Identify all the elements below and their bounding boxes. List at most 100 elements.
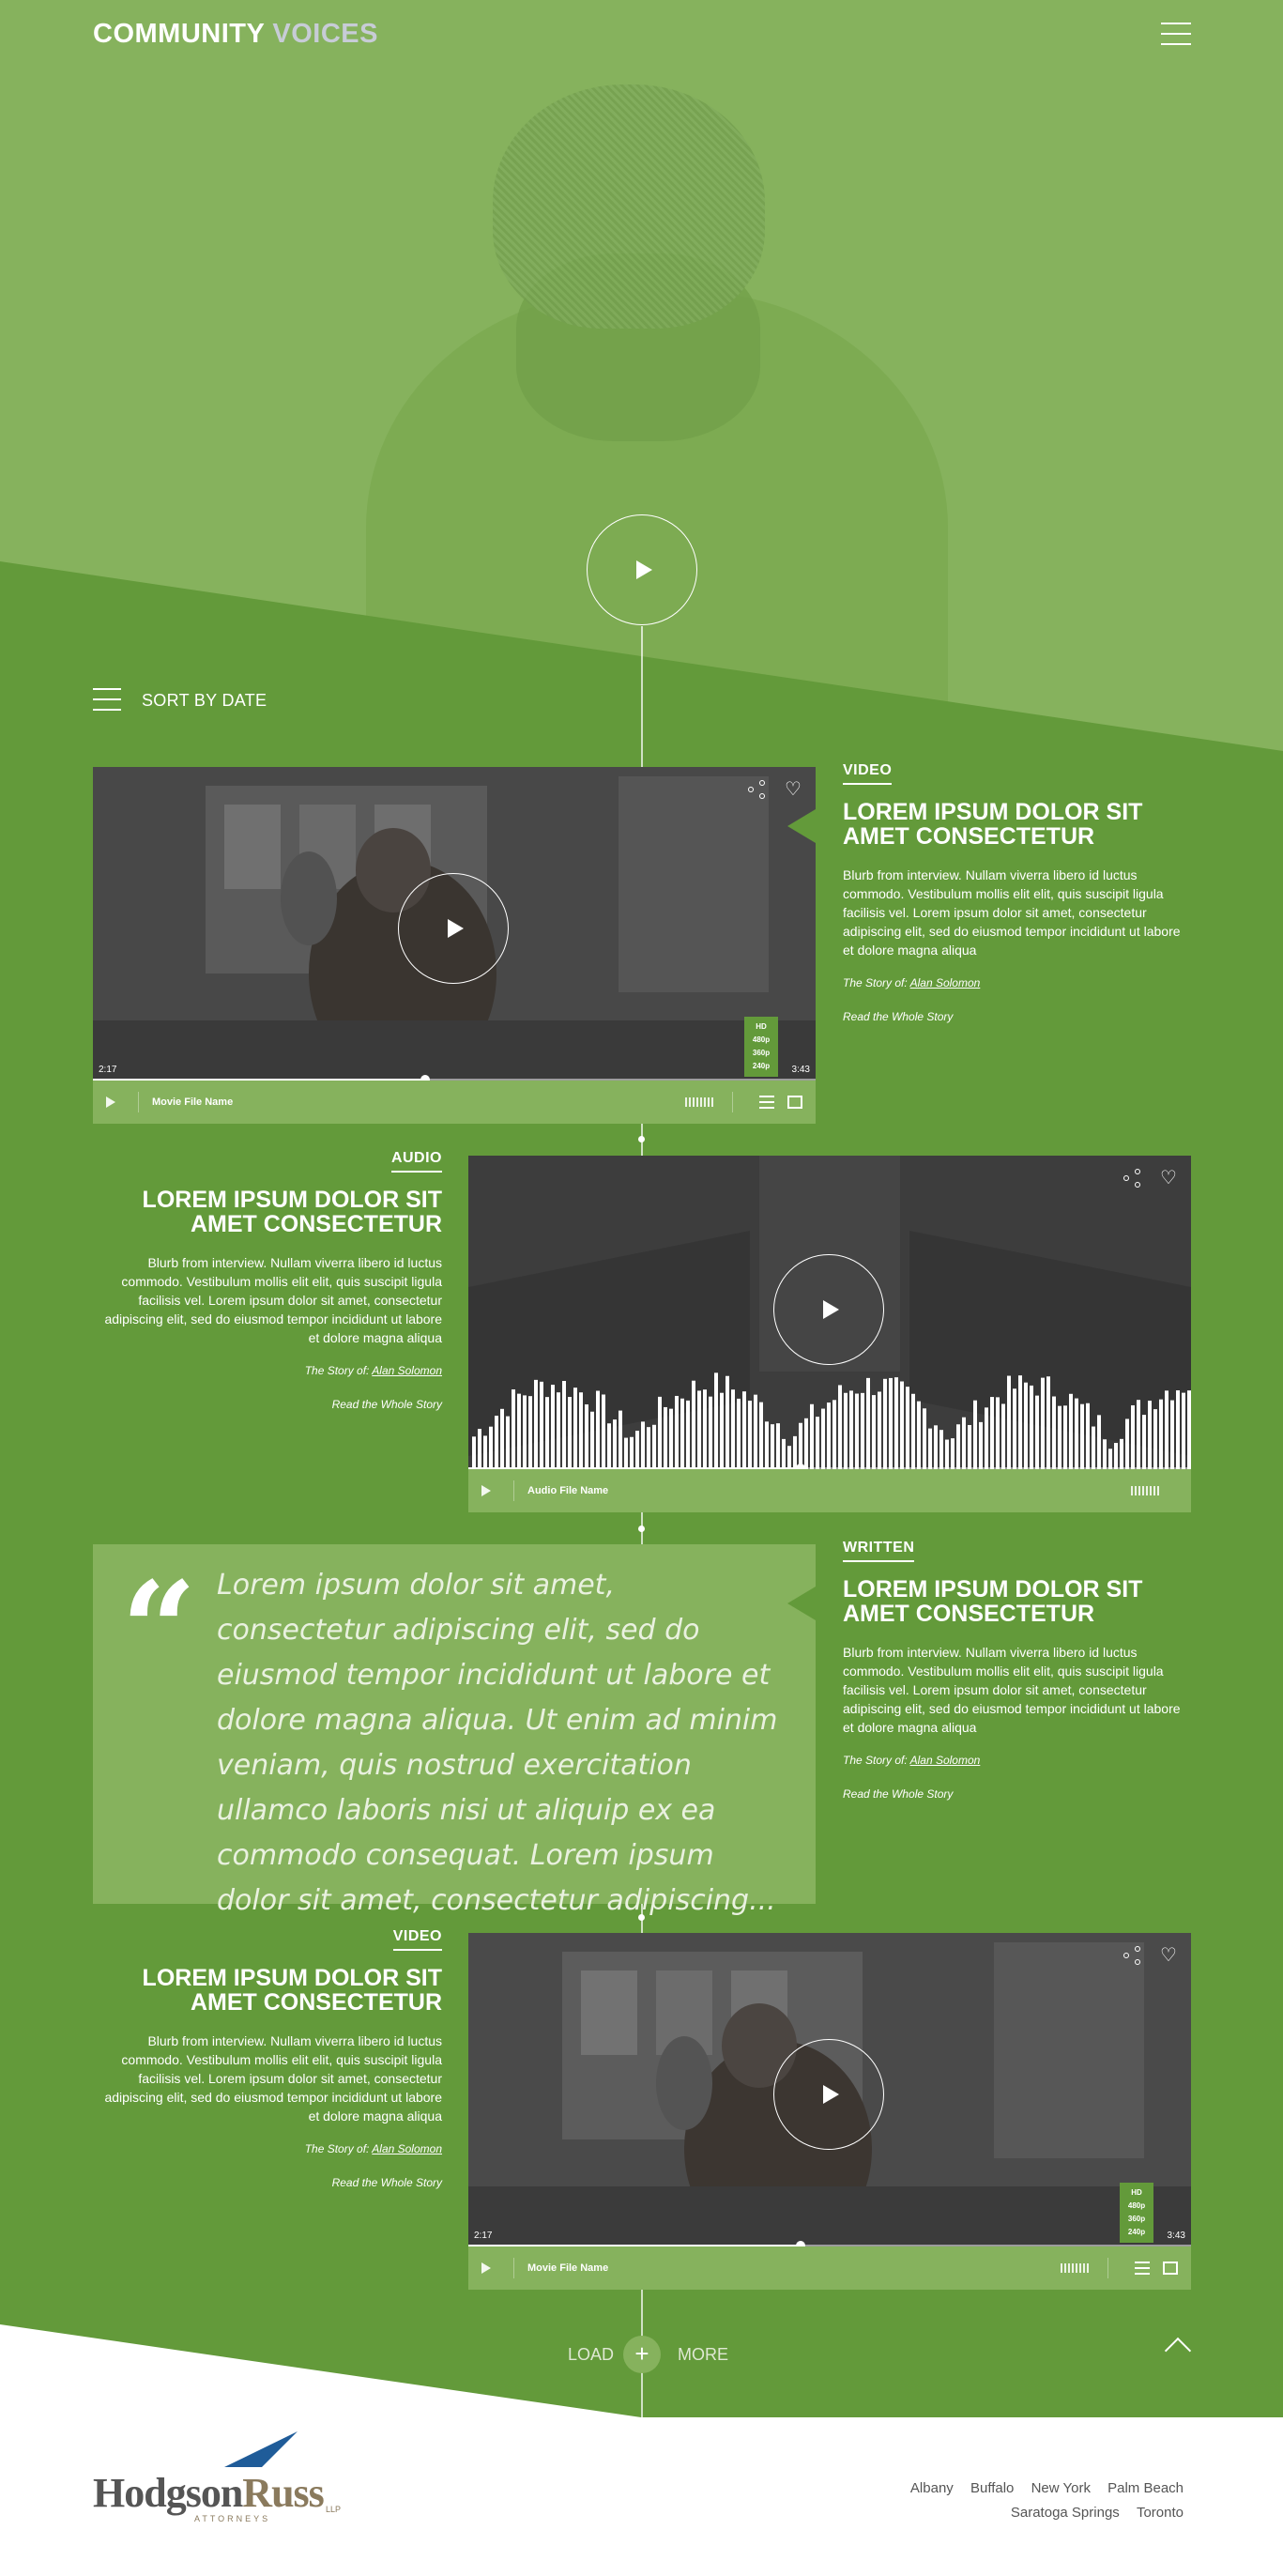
waveform-bar	[506, 1416, 510, 1469]
hodgson-russ-logo[interactable]: HodgsonRuss LLP ATTORNEYS	[93, 2431, 356, 2525]
read-whole-story-link[interactable]: Read the Whole Story	[95, 1398, 442, 1411]
play-icon	[448, 919, 464, 938]
waveform-bar	[596, 1390, 600, 1469]
waveform-bar	[1030, 1385, 1033, 1469]
story-title[interactable]: LOREM IPSUM DOLOR SIT AMET CONSECTETUR	[95, 1966, 442, 2015]
volume-icon[interactable]	[685, 1097, 715, 1107]
waveform-bar	[945, 1439, 949, 1469]
waveform-bar	[827, 1402, 831, 1469]
story-blurb: Blurb from interview. Nullam viverra lib…	[104, 1255, 442, 1345]
audio-screen[interactable]: ♡	[468, 1156, 1191, 1469]
city-link[interactable]: Albany	[910, 2480, 954, 2496]
time-total: 3:43	[1167, 2231, 1185, 2241]
video-screen[interactable]: ♡ 2:17 3:43 HD 480p 360p 240p	[93, 767, 816, 1081]
volume-icon[interactable]	[1131, 1486, 1161, 1495]
play-icon[interactable]	[481, 1485, 491, 1496]
video-play-button[interactable]	[398, 873, 509, 984]
byline-name-link[interactable]: Alan Solomon	[372, 2142, 442, 2155]
player-controls: Movie File Name	[93, 1081, 816, 1124]
waveform-bar	[641, 1421, 645, 1469]
waveform-bar	[759, 1402, 763, 1469]
story-title[interactable]: LOREM IPSUM DOLOR SIT AMET CONSECTETUR	[843, 1577, 1190, 1626]
sort-label: SORT BY DATE	[142, 690, 267, 710]
waveform-bar	[1097, 1415, 1101, 1469]
progress-bar[interactable]	[468, 2241, 1191, 2246]
waveform-bar	[1046, 1376, 1050, 1469]
quality-menu[interactable]: HD 480p 360p 240p	[744, 1017, 778, 1077]
heart-icon[interactable]: ♡	[784, 780, 802, 799]
waveform-bar	[810, 1403, 814, 1469]
read-whole-story-link[interactable]: Read the Whole Story	[843, 1010, 1190, 1023]
progress-bar[interactable]	[468, 1464, 1191, 1469]
read-whole-story-link[interactable]: Read the Whole Story	[95, 2176, 442, 2189]
load-more-left[interactable]: LOAD	[568, 2345, 614, 2365]
quality-menu[interactable]: HD 480p 360p 240p	[1120, 2183, 1153, 2243]
cities-row: Albany Buffalo New York Palm Beach	[897, 2476, 1184, 2501]
quality-option[interactable]: 480p	[1120, 2200, 1153, 2213]
waveform-bar	[573, 1388, 577, 1469]
waveform-bar	[1001, 1403, 1005, 1469]
quality-option[interactable]: 360p	[744, 1047, 778, 1060]
quality-option[interactable]: HD	[744, 1020, 778, 1034]
byline-name-link[interactable]: Alan Solomon	[910, 976, 981, 989]
waveform-bar	[1108, 1449, 1112, 1469]
city-link[interactable]: New York	[1031, 2480, 1091, 2496]
city-link[interactable]: Palm Beach	[1107, 2480, 1184, 2496]
waveform-bar	[866, 1377, 870, 1469]
story-title[interactable]: LOREM IPSUM DOLOR SIT AMET CONSECTETUR	[843, 800, 1190, 849]
city-link[interactable]: Saratoga Springs	[1011, 2505, 1120, 2521]
playlist-icon[interactable]	[1135, 2262, 1150, 2275]
share-icon[interactable]	[1123, 1946, 1142, 1965]
byline-prefix: The Story of:	[304, 1364, 370, 1377]
fullscreen-icon[interactable]	[787, 1096, 802, 1109]
heart-icon[interactable]: ♡	[1159, 1946, 1178, 1965]
video-screen[interactable]: ♡ 2:17 3:43 HD 480p 360p 240p	[468, 1933, 1191, 2246]
player-controls: Audio File Name	[468, 1469, 1191, 1512]
quality-option[interactable]: 240p	[1120, 2226, 1153, 2239]
sort-by-date[interactable]: SORT BY DATE	[93, 688, 267, 713]
file-name: Movie File Name	[152, 1096, 234, 1108]
read-whole-story-link[interactable]: Read the Whole Story	[843, 1787, 1190, 1801]
progress-bar[interactable]	[93, 1075, 816, 1081]
waveform-bar	[664, 1406, 667, 1469]
city-link[interactable]: Buffalo	[970, 2480, 1014, 2496]
audio-play-button[interactable]	[773, 1254, 884, 1365]
hero-play-button[interactable]	[587, 514, 697, 625]
volume-icon[interactable]	[1061, 2263, 1091, 2273]
share-icon[interactable]	[748, 780, 767, 799]
quality-option[interactable]: 360p	[1120, 2213, 1153, 2226]
story-title[interactable]: LOREM IPSUM DOLOR SIT AMET CONSECTETUR	[95, 1188, 442, 1236]
brand-word-2: VOICES	[272, 19, 378, 49]
hamburger-icon[interactable]	[1161, 23, 1191, 47]
waveform-bar	[607, 1423, 611, 1469]
waveform-bar	[889, 1377, 893, 1469]
byline-name-link[interactable]: Alan Solomon	[910, 1754, 981, 1767]
waveform-bar	[675, 1395, 679, 1469]
video-player[interactable]: ♡ 2:17 3:43 HD 480p 360p 240p Movie File…	[468, 1933, 1191, 2290]
load-more-right[interactable]: MORE	[678, 2345, 728, 2365]
waveform-bar	[647, 1427, 650, 1469]
brand-logo[interactable]: COMMUNITY VOICES	[93, 19, 378, 50]
quality-option[interactable]: HD	[1120, 2186, 1153, 2200]
time-current: 2:17	[474, 2231, 493, 2241]
audio-player[interactable]: ♡ Audio File Name	[468, 1156, 1191, 1512]
byline-name-link[interactable]: Alan Solomon	[372, 1364, 442, 1377]
waveform-bar	[478, 1429, 481, 1469]
load-more-button[interactable]: +	[623, 2336, 661, 2373]
waveform-bar	[714, 1372, 718, 1469]
waveform-bar	[1142, 1415, 1146, 1469]
heart-icon[interactable]: ♡	[1159, 1169, 1178, 1188]
video-player[interactable]: ♡ 2:17 3:43 HD 480p 360p 240p Movie File…	[93, 767, 816, 1124]
playlist-icon[interactable]	[759, 1096, 774, 1109]
share-icon[interactable]	[1123, 1169, 1142, 1188]
quality-option[interactable]: 240p	[744, 1060, 778, 1073]
city-link[interactable]: Toronto	[1137, 2505, 1184, 2521]
story-byline: The Story of: Alan Solomon	[95, 1364, 442, 1377]
play-icon[interactable]	[481, 2262, 491, 2274]
waveform-bar	[996, 1397, 1000, 1469]
fullscreen-icon[interactable]	[1163, 2262, 1178, 2275]
play-icon[interactable]	[106, 1096, 115, 1108]
video-play-button[interactable]	[773, 2039, 884, 2150]
quality-option[interactable]: 480p	[744, 1034, 778, 1047]
waveform-bar	[1182, 1392, 1185, 1469]
